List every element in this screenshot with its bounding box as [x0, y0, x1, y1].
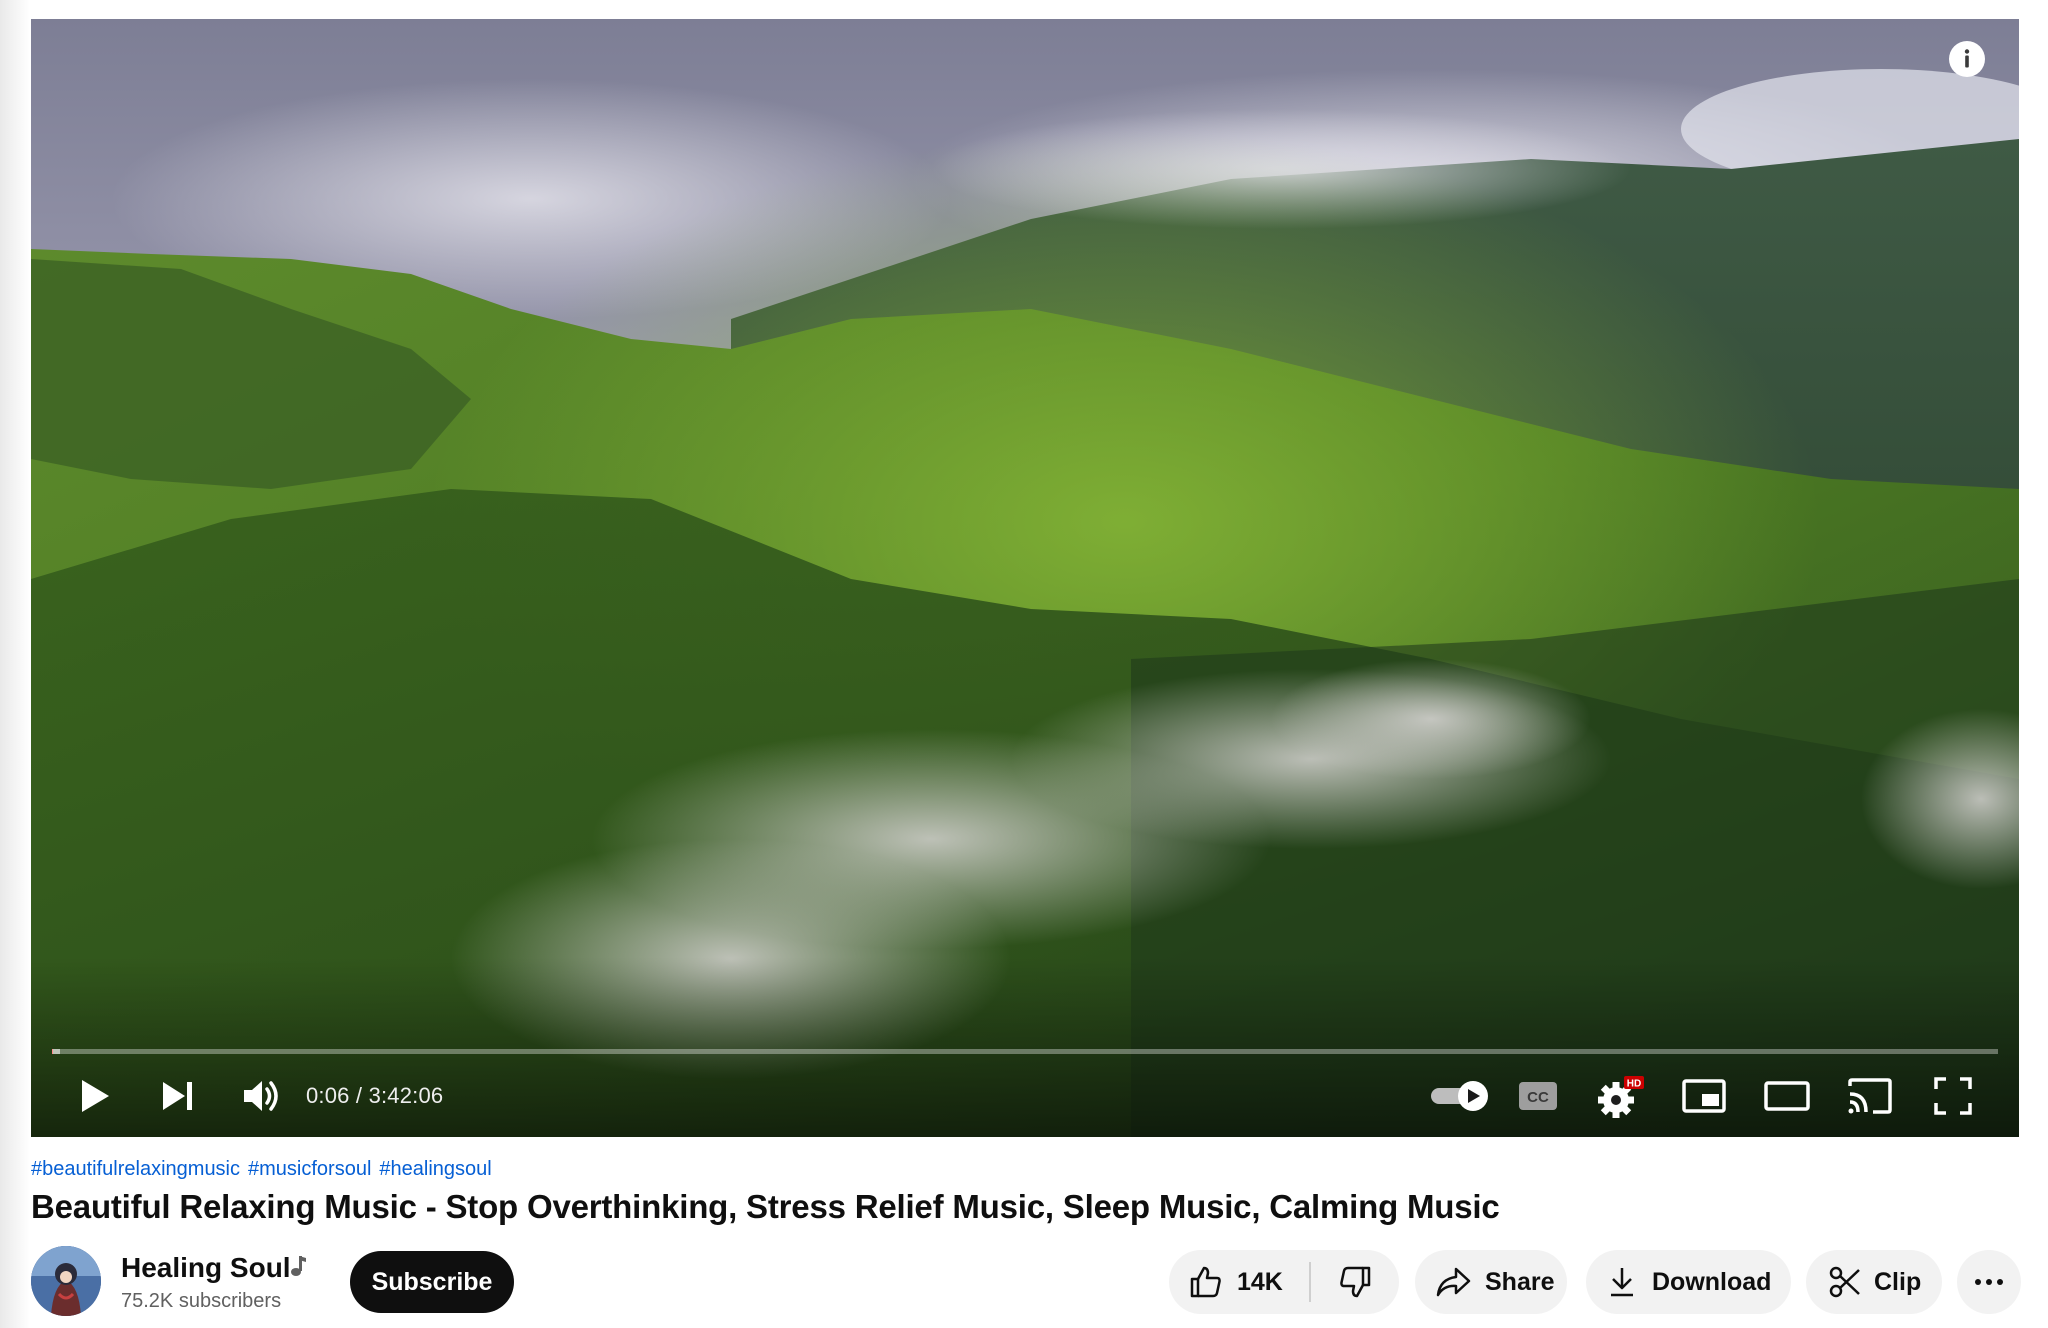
- settings-gear-icon: HD: [1598, 1076, 1644, 1118]
- info-icon: [1950, 42, 1984, 76]
- miniplayer-button[interactable]: [1674, 1072, 1734, 1120]
- volume-icon: [244, 1081, 278, 1111]
- hd-badge-label: HD: [1627, 1079, 1641, 1090]
- like-button[interactable]: 14K: [1169, 1250, 1309, 1314]
- thumbs-down-icon: [1338, 1265, 1372, 1299]
- page-edge-shadow: [0, 0, 30, 1328]
- hashtag-link[interactable]: #healingsoul: [379, 1158, 491, 1180]
- miniplayer-icon: [1682, 1079, 1726, 1113]
- video-title: Beautiful Relaxing Music - Stop Overthin…: [31, 1188, 1500, 1225]
- settings-button[interactable]: HD: [1591, 1072, 1651, 1120]
- next-icon: [163, 1082, 192, 1110]
- time-separator: /: [349, 1083, 369, 1108]
- download-label: Download: [1652, 1267, 1772, 1296]
- more-actions-button[interactable]: [1957, 1250, 2021, 1314]
- avatar-illustration: [31, 1246, 101, 1316]
- fullscreen-icon: [1934, 1077, 1972, 1115]
- progress-buffered: [52, 1049, 60, 1054]
- progress-bar[interactable]: [52, 1049, 1998, 1054]
- mute-button[interactable]: [231, 1072, 291, 1120]
- cast-button[interactable]: [1840, 1072, 1900, 1120]
- fullscreen-button[interactable]: [1923, 1072, 1983, 1120]
- time-current: 0:06: [306, 1083, 350, 1108]
- theater-mode-button[interactable]: [1757, 1072, 1817, 1120]
- captions-label: CC: [1527, 1089, 1549, 1106]
- download-icon: [1608, 1266, 1636, 1298]
- play-icon: [82, 1080, 109, 1112]
- share-button[interactable]: Share: [1415, 1250, 1567, 1314]
- hashtag-link[interactable]: #musicforsoul: [248, 1158, 371, 1180]
- time-display: 0:06 / 3:42:06: [306, 1083, 443, 1109]
- more-horizontal-icon: [1974, 1278, 2004, 1286]
- download-button[interactable]: Download: [1586, 1250, 1791, 1314]
- time-total: 3:42:06: [368, 1083, 444, 1108]
- theater-mode-icon: [1764, 1081, 1810, 1111]
- share-label: Share: [1485, 1267, 1555, 1296]
- share-arrow-icon: [1435, 1266, 1471, 1298]
- autoplay-toggle-icon: [1431, 1081, 1488, 1111]
- player-controls: 0:06 / 3:42:06 CC HD: [31, 1055, 2019, 1137]
- next-button[interactable]: [148, 1072, 208, 1120]
- video-player[interactable]: 0:06 / 3:42:06 CC HD: [31, 19, 2019, 1137]
- clip-button[interactable]: Clip: [1806, 1250, 1942, 1314]
- play-button[interactable]: [65, 1072, 125, 1120]
- info-button[interactable]: [1949, 41, 1985, 77]
- autoplay-toggle[interactable]: [1421, 1072, 1501, 1120]
- subscribe-button[interactable]: Subscribe: [350, 1251, 514, 1313]
- music-note-icon: [291, 1256, 306, 1276]
- scissors-icon: [1828, 1265, 1862, 1299]
- channel-name[interactable]: Healing Soul: [121, 1252, 291, 1284]
- captions-button[interactable]: CC: [1508, 1072, 1568, 1120]
- channel-avatar[interactable]: [31, 1246, 101, 1316]
- hashtag-list: #beautifulrelaxingmusic #musicforsoul #hea…: [31, 1158, 500, 1181]
- subscriber-count: 75.2K subscribers: [121, 1290, 282, 1312]
- clip-label: Clip: [1874, 1267, 1922, 1296]
- dislike-button[interactable]: [1311, 1250, 1399, 1314]
- like-dislike-group: 14K: [1169, 1250, 1399, 1314]
- captions-icon: CC: [1519, 1082, 1557, 1110]
- youtube-watch-page: 0:06 / 3:42:06 CC HD #beautifulrelaxingm…: [0, 0, 2048, 1328]
- hashtag-link[interactable]: #beautifulrelaxingmusic: [31, 1158, 240, 1180]
- like-count: 14K: [1237, 1267, 1283, 1296]
- thumbs-up-icon: [1189, 1265, 1223, 1299]
- cast-icon: [1848, 1078, 1892, 1114]
